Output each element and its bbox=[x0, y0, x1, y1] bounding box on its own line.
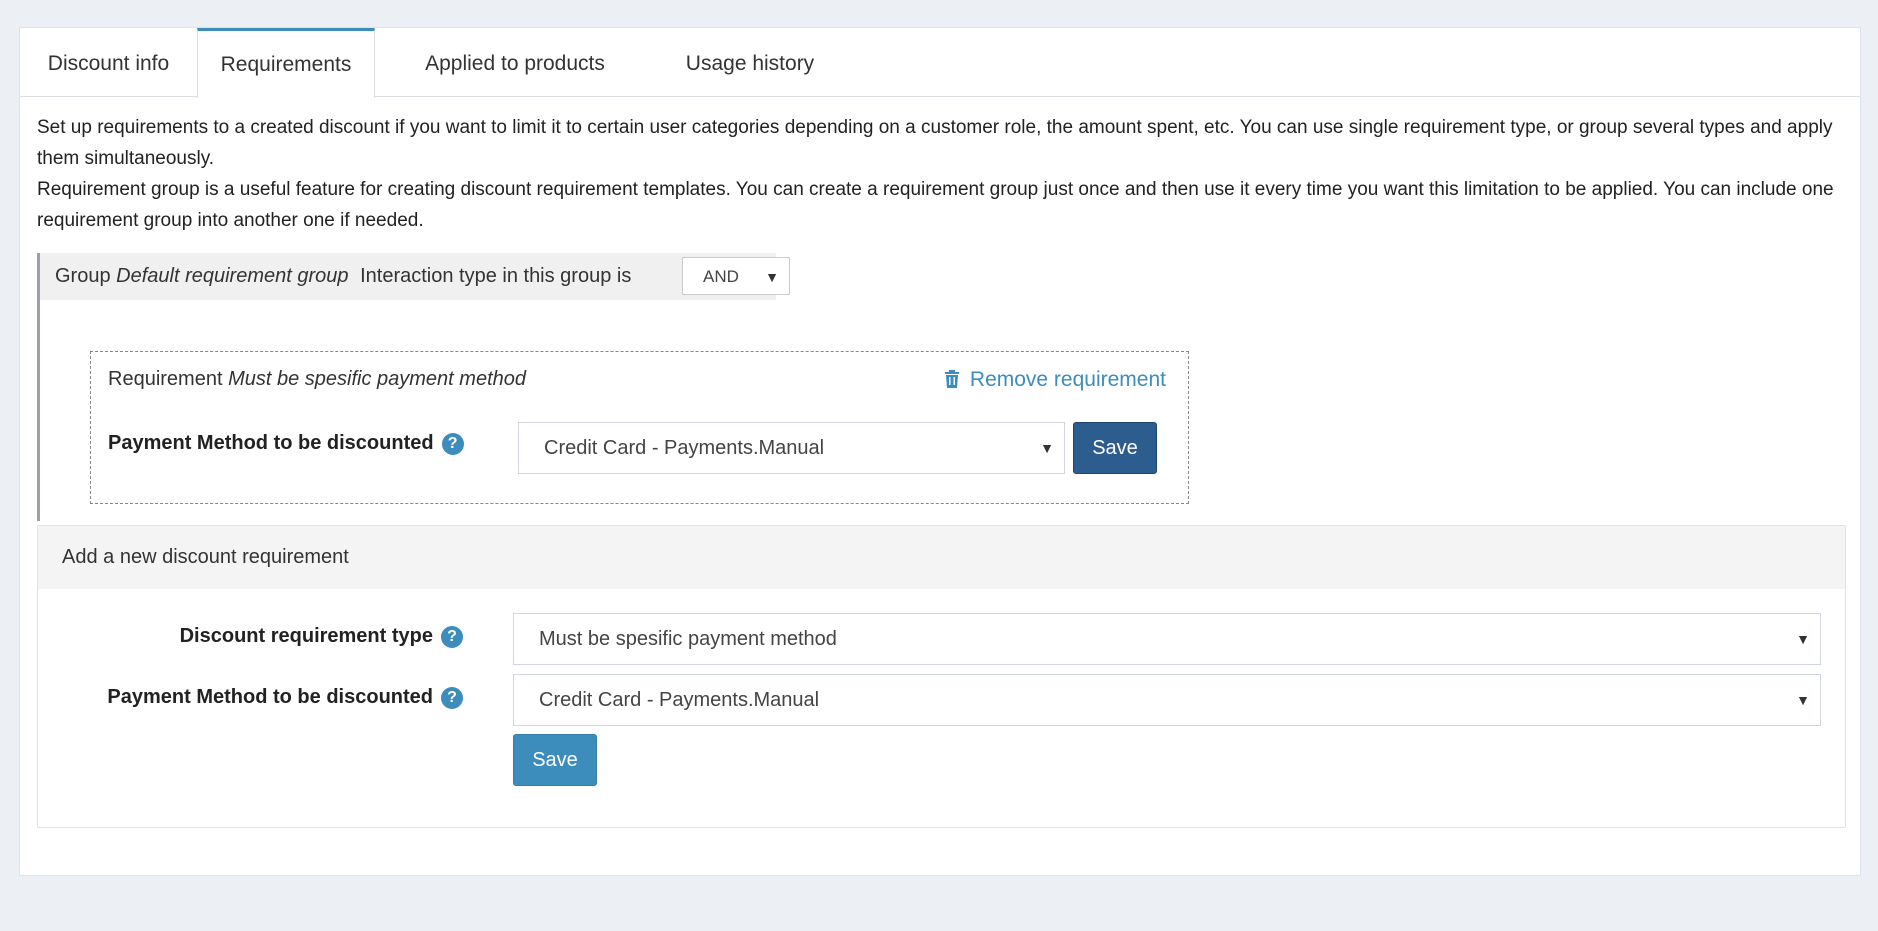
requirement-type-value: Must be spesific payment method bbox=[539, 628, 837, 650]
requirements-description: Set up requirements to a created discoun… bbox=[37, 112, 1847, 236]
interaction-type-select[interactable]: AND ▼ bbox=[682, 257, 790, 295]
caret-down-icon: ▼ bbox=[1040, 440, 1054, 456]
payment-method-label: Payment Method to be discounted bbox=[108, 432, 434, 454]
remove-requirement-link[interactable]: Remove requirement bbox=[944, 368, 1166, 392]
trash-icon bbox=[944, 370, 959, 388]
description-paragraph-2: Requirement group is a useful feature fo… bbox=[37, 179, 1834, 231]
payment-method-value: Credit Card - Payments.Manual bbox=[544, 437, 825, 459]
add-requirement-box: Add a new discount requirement Discount … bbox=[37, 525, 1846, 828]
tab-usage-history[interactable]: Usage history bbox=[650, 28, 850, 97]
caret-down-icon: ▼ bbox=[1796, 631, 1810, 647]
group-name: Default requirement group bbox=[116, 265, 349, 287]
new-payment-method-label-row: Payment Method to be discounted? bbox=[38, 686, 463, 709]
tab-bar: Discount info Requirements Applied to pr… bbox=[20, 28, 1860, 98]
requirement-type-select[interactable]: Must be spesific payment method ▼ bbox=[513, 613, 1821, 665]
requirement-type-label-row: Discount requirement type? bbox=[38, 625, 463, 648]
question-circle-icon[interactable]: ? bbox=[441, 687, 463, 709]
remove-requirement-label: Remove requirement bbox=[969, 368, 1166, 391]
add-requirement-title: Add a new discount requirement bbox=[38, 526, 1845, 589]
group-prefix: Group bbox=[55, 265, 111, 287]
new-payment-method-label: Payment Method to be discounted bbox=[107, 686, 433, 708]
tab-discount-info[interactable]: Discount info bbox=[20, 28, 197, 97]
interaction-type-label: Interaction type in this group is bbox=[360, 265, 632, 287]
caret-down-icon: ▼ bbox=[1796, 692, 1810, 708]
discount-edit-panel: Discount info Requirements Applied to pr… bbox=[19, 27, 1861, 876]
question-circle-icon[interactable]: ? bbox=[441, 626, 463, 648]
requirement-type-label: Discount requirement type bbox=[179, 625, 433, 647]
requirement-prefix: Requirement bbox=[108, 368, 223, 390]
requirement-box: Requirement Must be spesific payment met… bbox=[90, 351, 1189, 504]
tab-requirements[interactable]: Requirements bbox=[197, 28, 375, 98]
save-requirement-button[interactable]: Save bbox=[1073, 422, 1157, 474]
tab-applied-to-products[interactable]: Applied to products bbox=[400, 28, 630, 97]
requirement-title: Requirement Must be spesific payment met… bbox=[108, 368, 526, 391]
payment-method-select[interactable]: Credit Card - Payments.Manual ▼ bbox=[518, 422, 1065, 474]
interaction-type-value: AND bbox=[703, 267, 739, 286]
add-requirement-save-button[interactable]: Save bbox=[513, 734, 597, 786]
new-payment-method-value: Credit Card - Payments.Manual bbox=[539, 689, 820, 711]
payment-method-field-label: Payment Method to be discounted? bbox=[108, 432, 464, 455]
question-circle-icon[interactable]: ? bbox=[441, 433, 464, 455]
new-payment-method-select[interactable]: Credit Card - Payments.Manual ▼ bbox=[513, 674, 1821, 726]
caret-down-icon: ▼ bbox=[765, 269, 779, 285]
requirement-name: Must be spesific payment method bbox=[228, 368, 526, 390]
description-paragraph-1: Set up requirements to a created discoun… bbox=[37, 117, 1833, 169]
group-header: Group Default requirement group Interact… bbox=[40, 253, 776, 300]
